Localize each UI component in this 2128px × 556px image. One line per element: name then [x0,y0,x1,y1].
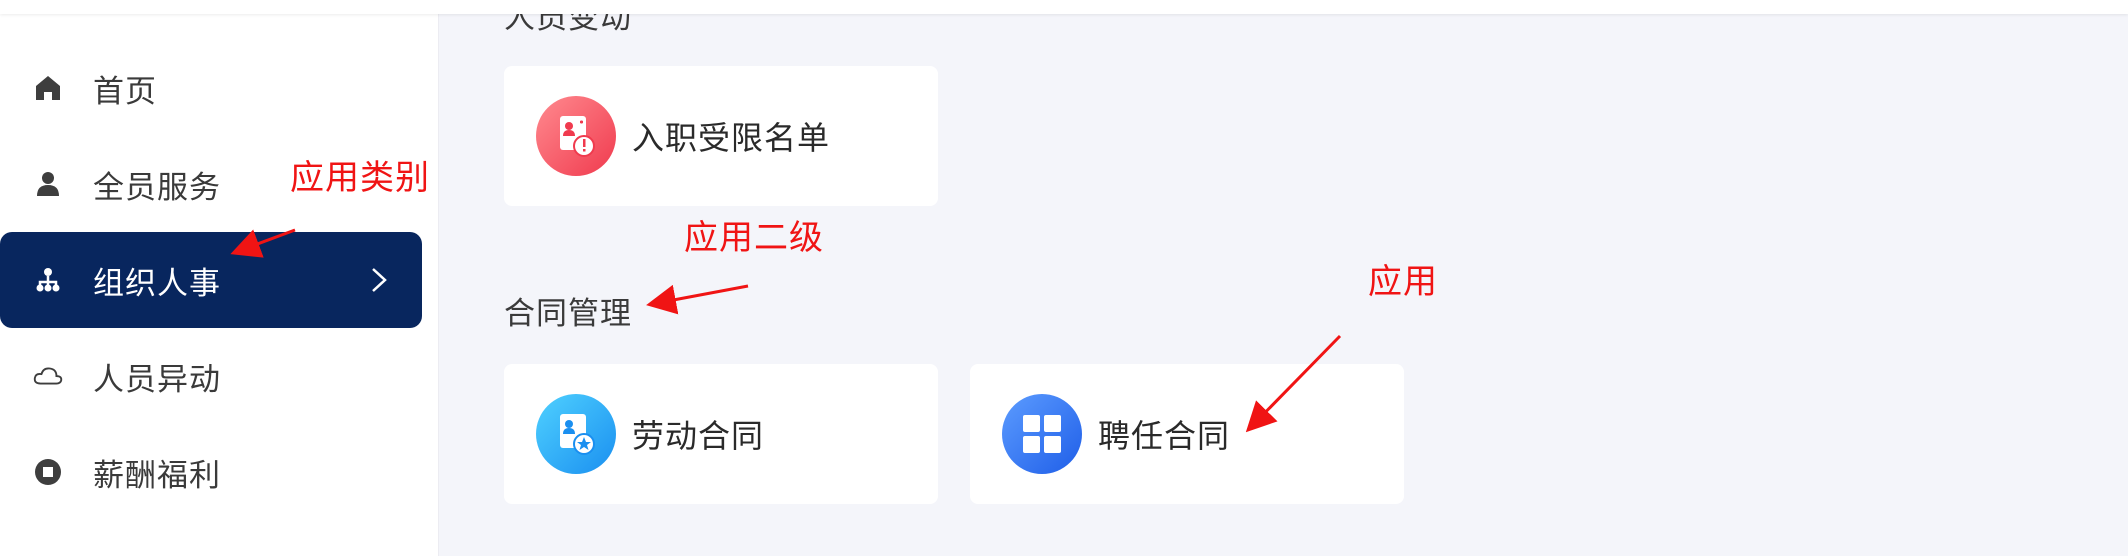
annotation-app-category: 应用类别 [290,158,430,198]
grid-apps-icon [1002,394,1082,474]
annotation-app: 应用 [1368,262,1438,302]
main-content: 人员变动 入职受限名单 合同管理 劳动合同 聘任合同 [439,0,2128,556]
home-icon [33,73,63,103]
org-chart-icon [33,265,63,295]
sidebar-item-label: 人员异动 [93,361,221,398]
annotation-app-secondary: 应用二级 [684,218,824,258]
section-title-contract-management: 合同管理 [504,296,632,332]
sidebar-item-label: 首页 [93,73,157,110]
cloud-icon [33,361,63,391]
app-card-appointment-contract[interactable]: 聘任合同 [970,364,1404,504]
sidebar-item-label: 全员服务 [93,169,221,206]
sidebar-item-label: 组织人事 [93,265,221,302]
sidebar-item-personnel-changes[interactable]: 人员异动 [0,328,422,424]
sidebar-item-organization-personnel[interactable]: 组织人事 [0,232,422,328]
chevron-right-icon [370,266,388,298]
sidebar: 首页 全员服务 组织人事 人员异动 薪酬福利 [0,0,439,556]
app-card-onboarding-restricted-list[interactable]: 入职受限名单 [504,66,938,206]
app-label: 劳动合同 [632,417,765,455]
top-bar [0,0,2128,14]
app-card-labor-contract[interactable]: 劳动合同 [504,364,938,504]
app-label: 聘任合同 [1098,417,1231,455]
user-icon [33,169,63,199]
record-icon [33,457,63,487]
sidebar-item-home[interactable]: 首页 [0,40,422,136]
sidebar-item-compensation-benefits[interactable]: 薪酬福利 [0,424,422,520]
restricted-list-icon [536,96,616,176]
sidebar-item-label: 薪酬福利 [93,457,221,494]
labor-contract-icon [536,394,616,474]
app-label: 入职受限名单 [632,119,831,157]
